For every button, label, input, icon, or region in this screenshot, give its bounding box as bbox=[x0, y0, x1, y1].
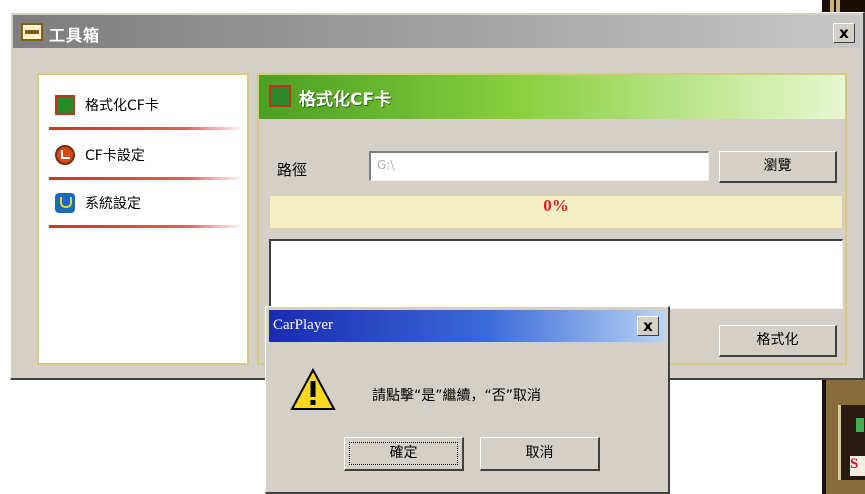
system-settings-icon bbox=[55, 193, 75, 213]
screen: S 工具箱 x 格式化CF卡 CF卡設定 系統設定 格式化CF卡 路徑 G:\ … bbox=[0, 0, 865, 494]
progress-bar: 0% bbox=[269, 195, 843, 229]
sidebar-item-system-settings[interactable]: 系統設定 bbox=[49, 181, 244, 228]
ok-button[interactable]: 確定 bbox=[344, 437, 464, 471]
ok-button-label: 確定 bbox=[389, 445, 418, 461]
toolbox-titlebar[interactable]: 工具箱 x bbox=[13, 15, 861, 48]
log-area bbox=[269, 239, 843, 309]
toolbox-title: 工具箱 bbox=[49, 26, 101, 45]
dialog-titlebar[interactable]: CarPlayer x bbox=[269, 310, 665, 342]
browse-button[interactable]: 瀏覽 bbox=[719, 151, 837, 183]
panel-title: 格式化CF卡 bbox=[299, 90, 392, 110]
warning-icon bbox=[290, 367, 336, 410]
sidebar-item-underline bbox=[49, 177, 244, 180]
sidebar-item-format-cf[interactable]: 格式化CF卡 bbox=[49, 83, 244, 130]
cf-settings-icon bbox=[55, 145, 75, 165]
background-window-green-indicator bbox=[856, 418, 864, 432]
dialog-close-button[interactable]: x bbox=[637, 316, 659, 336]
format-card-icon bbox=[269, 85, 291, 107]
path-input[interactable]: G:\ bbox=[369, 151, 709, 181]
background-window-label: S bbox=[850, 456, 865, 476]
sidebar-item-label: 系統設定 bbox=[85, 196, 141, 212]
confirm-dialog: CarPlayer x 請點擊“是”繼續，“否”取消 確定 取消 bbox=[265, 306, 670, 494]
sidebar-item-label: CF卡設定 bbox=[85, 148, 145, 164]
path-label: 路徑 bbox=[277, 161, 308, 179]
dialog-message: 請點擊“是”繼續，“否”取消 bbox=[372, 388, 542, 404]
dialog-title: CarPlayer bbox=[273, 317, 333, 333]
toolbox-icon bbox=[21, 23, 43, 41]
format-button[interactable]: 格式化 bbox=[719, 325, 837, 357]
format-card-icon bbox=[55, 95, 75, 115]
panel-header: 格式化CF卡 bbox=[259, 75, 845, 119]
sidebar-item-label: 格式化CF卡 bbox=[85, 98, 159, 114]
close-button[interactable]: x bbox=[833, 23, 855, 43]
cancel-button[interactable]: 取消 bbox=[480, 437, 600, 471]
sidebar-item-cf-settings[interactable]: CF卡設定 bbox=[49, 133, 244, 180]
sidebar-item-underline bbox=[49, 225, 244, 228]
sidebar: 格式化CF卡 CF卡設定 系統設定 bbox=[37, 73, 249, 365]
sidebar-item-underline bbox=[49, 127, 244, 130]
